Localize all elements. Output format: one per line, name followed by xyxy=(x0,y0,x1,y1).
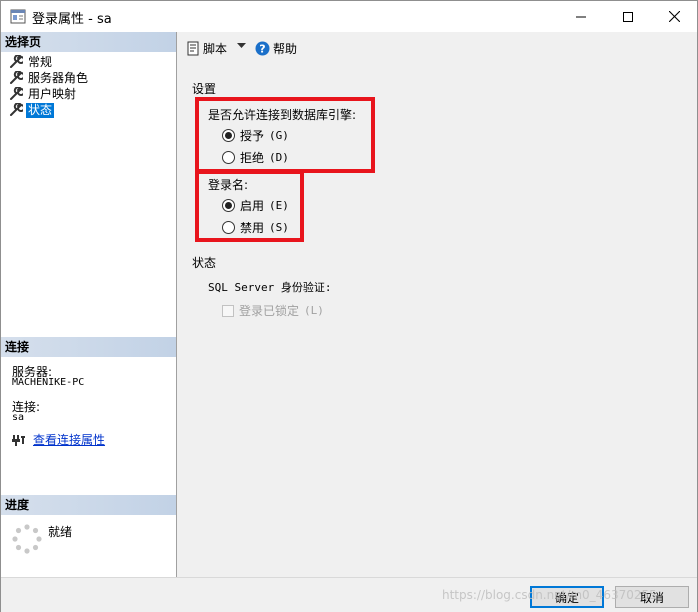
window-title: 登录属性 - sa xyxy=(32,12,112,27)
page-status-label: 状态 xyxy=(26,102,55,118)
chevron-down-icon xyxy=(237,43,246,48)
svg-text:?: ? xyxy=(259,43,265,56)
script-button[interactable]: 脚本 xyxy=(186,40,227,57)
page-general[interactable]: 常规 xyxy=(9,54,54,70)
wrench-icon xyxy=(10,87,23,100)
help-icon: ? xyxy=(255,41,270,56)
script-icon xyxy=(187,41,199,56)
watermark: https://blog.csdn.net/m0_46370255 xyxy=(442,588,657,602)
select-page-header: 选择页 xyxy=(1,32,176,52)
progress-spinner-icon xyxy=(12,524,42,554)
login-locked-checkbox[interactable]: 登录已锁定 (L) xyxy=(222,302,324,319)
login-locked-label: 登录已锁定 xyxy=(239,304,300,318)
toolbar: 脚本 ? 帮助 xyxy=(178,32,697,62)
login-locked-key: (L) xyxy=(304,304,324,317)
sql-auth-label: SQL Server 身份验证: xyxy=(208,279,331,295)
page-user-mapping[interactable]: 用户映射 xyxy=(9,86,78,102)
wrench-icon xyxy=(10,103,23,116)
login-properties-window: 登录属性 - sa 选择页 常规 服务器角色 用户映射 状态 连接 服务器: M… xyxy=(0,0,698,612)
maximize-button[interactable] xyxy=(605,1,651,32)
settings-section-label: 设置 xyxy=(192,82,217,96)
bottom-bar: 确定 取消 https://blog.csdn.net/m0_46370255 xyxy=(1,577,697,612)
page-server-roles-label: 服务器角色 xyxy=(28,70,89,85)
page-status[interactable]: 状态 xyxy=(9,102,55,118)
left-pane: 选择页 常规 服务器角色 用户映射 状态 连接 服务器: MACHENIKE-P… xyxy=(1,32,177,577)
wrench-icon xyxy=(10,71,23,84)
highlight-box-db-engine xyxy=(195,97,375,173)
highlight-box-login xyxy=(195,170,304,242)
close-button[interactable] xyxy=(651,1,697,32)
view-connection-properties[interactable]: 查看连接属性 xyxy=(12,431,105,448)
script-dropdown-button[interactable] xyxy=(237,43,246,49)
server-value: MACHENIKE-PC xyxy=(12,377,85,388)
connection-value: sa xyxy=(12,412,25,423)
title-bar: 登录属性 - sa xyxy=(1,1,697,32)
connection-header: 连接 xyxy=(1,337,176,357)
help-button[interactable]: ? 帮助 xyxy=(255,40,297,57)
page-general-label: 常规 xyxy=(28,54,53,69)
right-pane: 脚本 ? 帮助 设置 是否允许连接到数据库引擎: 授予(G) 拒绝(D) 登 xyxy=(178,32,697,577)
progress-status: 就绪 xyxy=(48,525,73,539)
progress-header: 进度 xyxy=(1,495,176,515)
sql-auth-text: SQL Server 身份验证: xyxy=(208,281,332,294)
script-label: 脚本 xyxy=(203,42,228,56)
minimize-button[interactable] xyxy=(558,1,604,32)
page-server-roles[interactable]: 服务器角色 xyxy=(9,70,90,86)
view-connection-link[interactable]: 查看连接属性 xyxy=(33,431,105,448)
help-label: 帮助 xyxy=(273,42,298,56)
plug-icon xyxy=(12,434,25,446)
login-locked-box[interactable] xyxy=(222,304,234,317)
page-user-mapping-label: 用户映射 xyxy=(28,86,77,101)
wrench-icon xyxy=(10,55,23,68)
status-section-label: 状态 xyxy=(192,256,217,270)
app-icon xyxy=(10,9,26,24)
